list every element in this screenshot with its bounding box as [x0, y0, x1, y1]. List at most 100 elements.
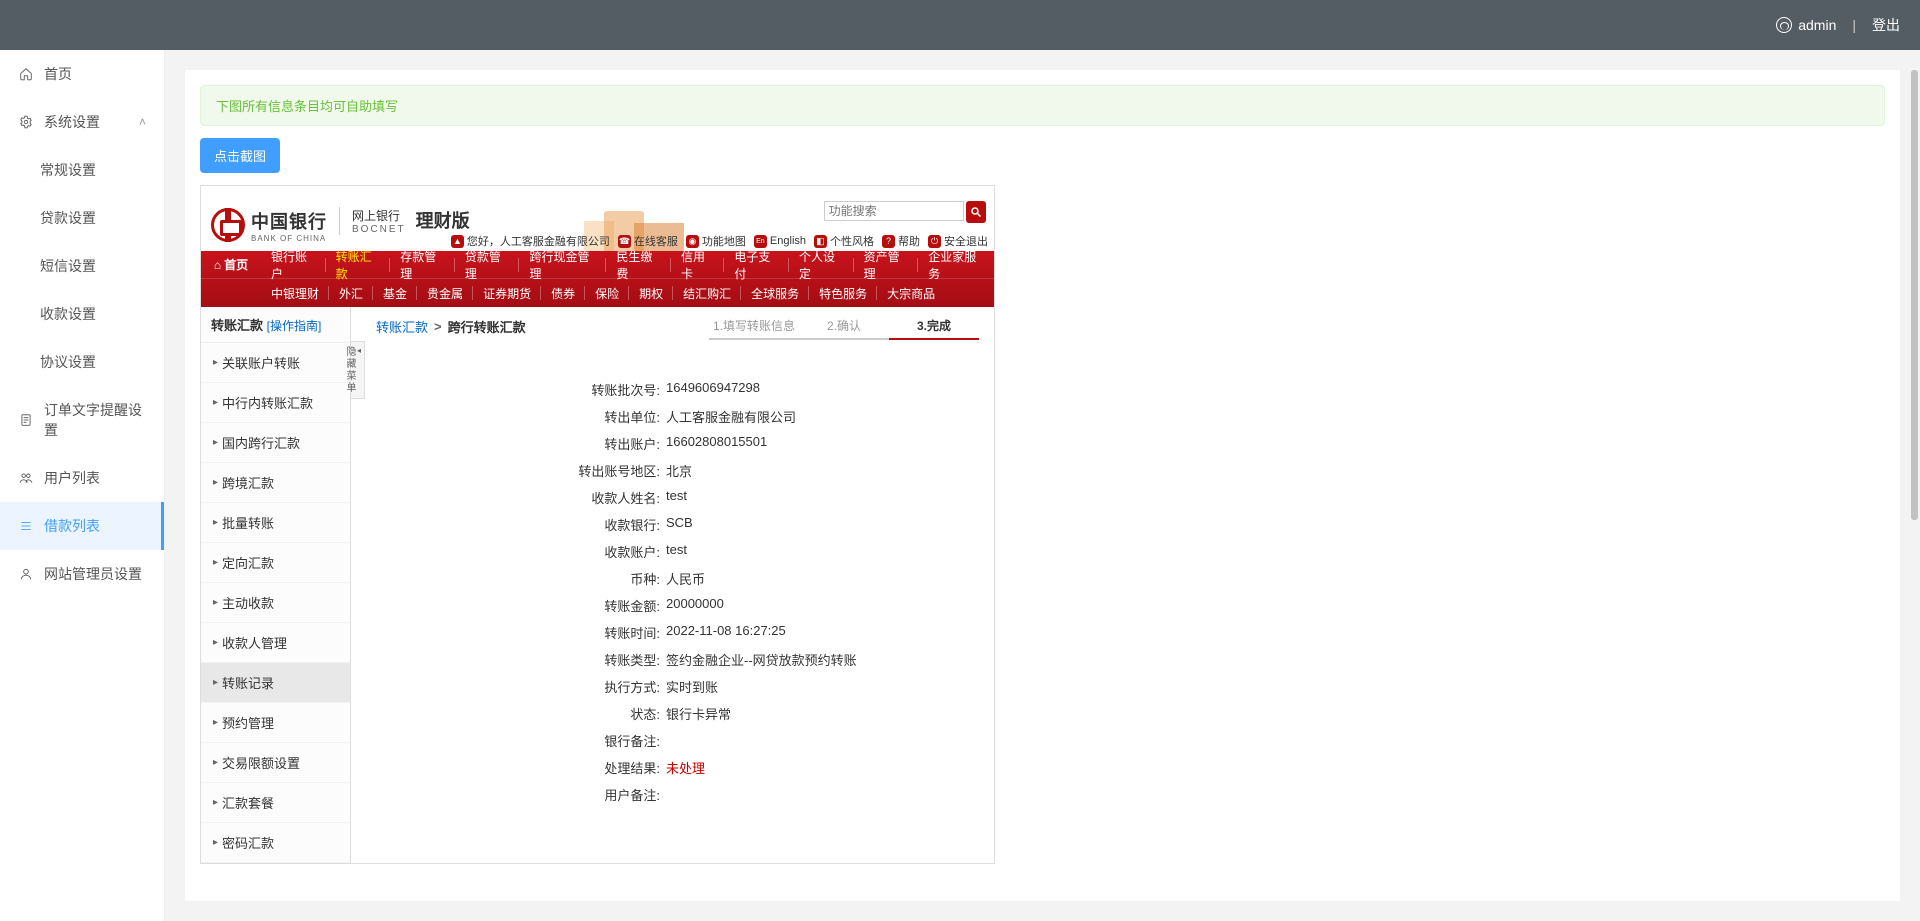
nav-item[interactable]: 特色服务 — [809, 279, 877, 307]
chevron-up-icon — [139, 115, 146, 129]
nav-item[interactable]: 存款管理 — [390, 251, 455, 278]
nav-item[interactable]: 民生缴费 — [606, 251, 671, 278]
detail-label: 收款银行: — [376, 515, 666, 534]
transfer-menu-item[interactable]: 国内跨行汇款 — [201, 423, 350, 463]
sidebar-item-loans[interactable]: 借款列表 — [0, 502, 164, 550]
gear-icon — [18, 115, 34, 129]
detail-row: 转账金额:20000000 — [376, 592, 979, 619]
nav-item[interactable]: 期权 — [629, 279, 673, 307]
sidebar-item-home[interactable]: 首页 — [0, 50, 164, 98]
home-icon: ⌂ — [214, 258, 221, 272]
sidebar-item-collection-settings[interactable]: 收款设置 — [0, 290, 164, 338]
bank-header: 中国银行 BANK OF CHINA 网上银行 BOCNET 理财版 — [201, 186, 994, 251]
nav-item[interactable]: 证券期货 — [473, 279, 541, 307]
detail-value: 1649606947298 — [666, 380, 979, 399]
nav-item[interactable]: 大宗商品 — [877, 279, 945, 307]
user-avatar-icon — [1776, 17, 1792, 33]
separator: | — [1852, 17, 1856, 33]
nav-item[interactable]: 全球服务 — [741, 279, 809, 307]
detail-row: 银行备注: — [376, 727, 979, 754]
detail-label: 币种: — [376, 569, 666, 588]
logout-link[interactable]: 登出 — [1872, 15, 1900, 35]
sub-sidebar-title-text: 转账汇款 — [211, 318, 263, 333]
nav-item[interactable]: 企业家服务 — [918, 251, 994, 278]
transfer-menu-item[interactable]: 关联账户转账 — [201, 343, 350, 383]
detail-row: 执行方式:实时到账 — [376, 673, 979, 700]
sidebar-item-system-settings[interactable]: 系统设置 — [0, 98, 164, 146]
nav-item[interactable]: 债券 — [541, 279, 585, 307]
nav-item[interactable]: 电子支付 — [724, 251, 789, 278]
nav-item[interactable]: 个人设定 — [789, 251, 854, 278]
sidebar-item-users[interactable]: 用户列表 — [0, 454, 164, 502]
sidebar-item-loan-settings[interactable]: 贷款设置 — [0, 194, 164, 242]
detail-label: 转出账号地区: — [376, 461, 666, 480]
transfer-menu-item[interactable]: 交易限额设置 — [201, 743, 350, 783]
transfer-menu-item[interactable]: 跨境汇款 — [201, 463, 350, 503]
search-input[interactable] — [824, 201, 964, 221]
breadcrumb-root[interactable]: 转账汇款 — [376, 317, 428, 336]
detail-value: 未处理 — [666, 758, 979, 777]
sidebar-item-admins[interactable]: 网站管理员设置 — [0, 550, 164, 598]
detail-value — [666, 731, 979, 750]
detail-value: 16602808015501 — [666, 434, 979, 453]
transfer-menu-item[interactable]: 中行内转账汇款 — [201, 383, 350, 423]
person-icon: ▲ — [451, 235, 464, 248]
transfer-menu-item[interactable]: 转账记录 — [201, 663, 350, 703]
nav-item[interactable]: 外汇 — [329, 279, 373, 307]
transfer-menu-item[interactable]: 密码汇款 — [201, 823, 350, 863]
nav-item[interactable]: 银行账户 — [261, 251, 326, 278]
sidebar-item-order-text[interactable]: 订单文字提醒设置 — [0, 386, 164, 454]
bank-body: 转账汇款 [操作指南] 关联账户转账中行内转账汇款国内跨行汇款跨境汇款批量转账定… — [201, 307, 994, 863]
detail-label: 转账时间: — [376, 623, 666, 642]
nav-item[interactable]: 结汇购汇 — [673, 279, 741, 307]
sidebar-label: 网站管理员设置 — [44, 564, 142, 584]
boc-logo: 中国银行 BANK OF CHINA 网上银行 BOCNET 理财版 — [211, 207, 470, 243]
nav-item[interactable]: 跨行现金管理 — [519, 251, 606, 278]
map-pin-icon: ◉ — [686, 235, 699, 248]
nav-item[interactable]: 基金 — [373, 279, 417, 307]
nav-item[interactable]: 贷款管理 — [455, 251, 520, 278]
sidebar-item-agreement-settings[interactable]: 协议设置 — [0, 338, 164, 386]
scrollbar-thumb[interactable] — [1911, 70, 1918, 520]
function-search — [824, 201, 986, 223]
detail-label: 收款账户: — [376, 542, 666, 561]
nav-item[interactable]: 中银理财 — [261, 279, 329, 307]
home-icon — [18, 67, 34, 81]
detail-label: 转账类型: — [376, 650, 666, 669]
sidebar-item-general-settings[interactable]: 常规设置 — [0, 146, 164, 194]
nav-item[interactable]: 保险 — [585, 279, 629, 307]
transfer-sidebar: 转账汇款 [操作指南] 关联账户转账中行内转账汇款国内跨行汇款跨境汇款批量转账定… — [201, 307, 351, 863]
detail-value: 人民币 — [666, 569, 979, 588]
sidebar-item-sms-settings[interactable]: 短信设置 — [0, 242, 164, 290]
english-link[interactable]: EnEnglish — [754, 235, 806, 248]
operation-guide-link[interactable]: [操作指南] — [267, 319, 322, 333]
nav-item[interactable]: 资产管理 — [854, 251, 919, 278]
transfer-menu-item[interactable]: 批量转账 — [201, 503, 350, 543]
main-content: 下图所有信息条目均可自助填写 点击截图 中国银行 BANK OF CHINA 网… — [165, 50, 1920, 921]
search-button[interactable] — [966, 201, 986, 223]
detail-value: 银行卡异常 — [666, 704, 979, 723]
nav-item[interactable]: 贵金属 — [417, 279, 473, 307]
detail-label: 转账批次号: — [376, 380, 666, 399]
nav-item[interactable]: 转账汇款 — [326, 251, 391, 278]
transfer-menu-item[interactable]: 主动收款 — [201, 583, 350, 623]
transfer-menu-item[interactable]: 预约管理 — [201, 703, 350, 743]
nav-home[interactable]: ⌂首页 — [201, 251, 261, 278]
document-icon — [18, 413, 34, 427]
detail-value: 20000000 — [666, 596, 979, 615]
sidebar-label: 用户列表 — [44, 468, 100, 488]
detail-label: 银行备注: — [376, 731, 666, 750]
palette-icon: ◧ — [814, 235, 827, 248]
transfer-menu-item[interactable]: 收款人管理 — [201, 623, 350, 663]
lock-icon: ⏻ — [928, 235, 941, 248]
sidebar-label: 系统设置 — [44, 112, 100, 132]
sidebar-label: 协议设置 — [40, 352, 96, 372]
detail-value: test — [666, 488, 979, 507]
nav-item[interactable]: 信用卡 — [671, 251, 724, 278]
transfer-menu-item[interactable]: 定向汇款 — [201, 543, 350, 583]
screenshot-button[interactable]: 点击截图 — [200, 138, 280, 173]
transfer-menu-item[interactable]: 汇款套餐 — [201, 783, 350, 823]
bank-of-china-panel: 中国银行 BANK OF CHINA 网上银行 BOCNET 理财版 — [200, 185, 995, 864]
bocnet-en: BOCNET — [352, 224, 406, 235]
breadcrumb-current: 跨行转账汇款 — [448, 317, 526, 336]
